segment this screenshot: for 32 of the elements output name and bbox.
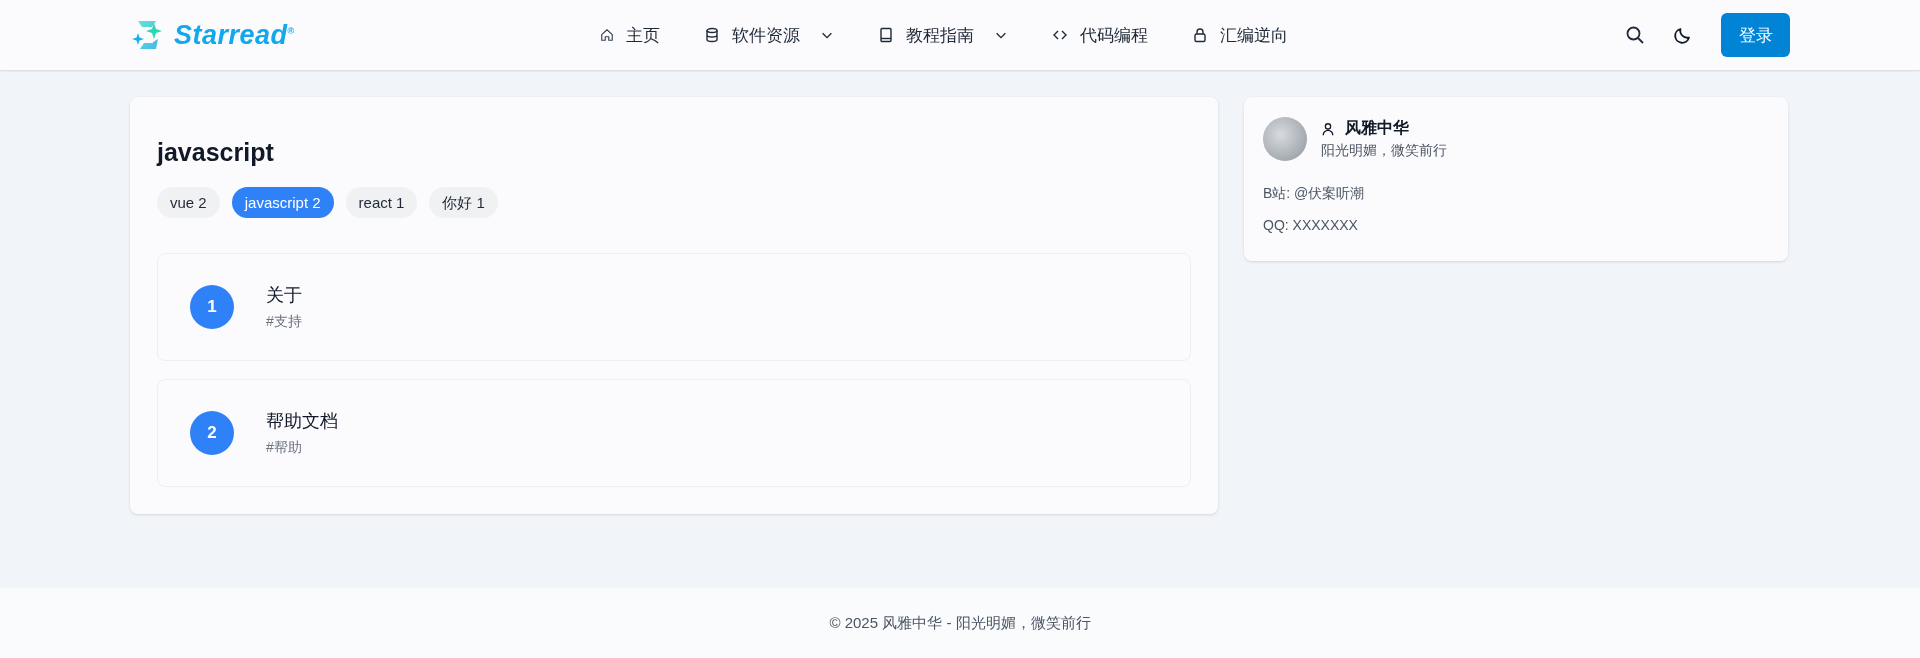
post-card[interactable]: 1 关于 #支持	[157, 253, 1191, 361]
nav-link[interactable]: 汇编逆向	[1192, 23, 1288, 47]
page-title: javascript	[157, 137, 275, 167]
number-badge: 2	[190, 411, 234, 455]
post-card[interactable]: 2 帮助文档 #帮助	[157, 379, 1191, 487]
login-button[interactable]: 登录	[1721, 13, 1790, 57]
profile-info: B站: @伏案听潮	[1263, 185, 1366, 202]
post-title[interactable]: 关于	[266, 283, 302, 307]
nav-link[interactable]: 教程指南	[878, 23, 1008, 47]
post-title[interactable]: 帮助文档	[266, 409, 338, 433]
post-tag: #帮助	[266, 439, 338, 457]
tag-chip[interactable]: javascript 2	[231, 187, 334, 218]
copyright-text: © 2025 风雅中华 - 阳光明媚，微笑前行	[829, 613, 1091, 633]
number-badge: 1	[190, 285, 234, 329]
lock-icon	[1192, 27, 1208, 43]
profile-name: 风雅中华	[1345, 118, 1409, 138]
user-icon	[1321, 121, 1335, 136]
database-icon	[704, 27, 720, 43]
tag-chip[interactable]: 你好 1	[429, 187, 498, 218]
home-icon	[600, 28, 614, 42]
tag-chip[interactable]: react 1	[345, 187, 418, 218]
tag-chip[interactable]: vue 2	[157, 187, 220, 218]
post-tag: #支持	[266, 313, 302, 331]
book-icon	[878, 27, 894, 43]
profile-info: QQ: XXXXXXX	[1263, 217, 1359, 234]
search-icon[interactable]	[1625, 25, 1645, 45]
nav-link[interactable]: 代码编程	[1052, 23, 1148, 47]
avatar-photo-placeholder	[1263, 117, 1307, 161]
nav-link[interactable]: 主页	[600, 23, 660, 47]
nav-link[interactable]: 软件资源	[704, 23, 834, 47]
profile-motto: 阳光明媚，微笑前行	[1321, 142, 1447, 160]
moon-icon[interactable]	[1673, 25, 1693, 45]
